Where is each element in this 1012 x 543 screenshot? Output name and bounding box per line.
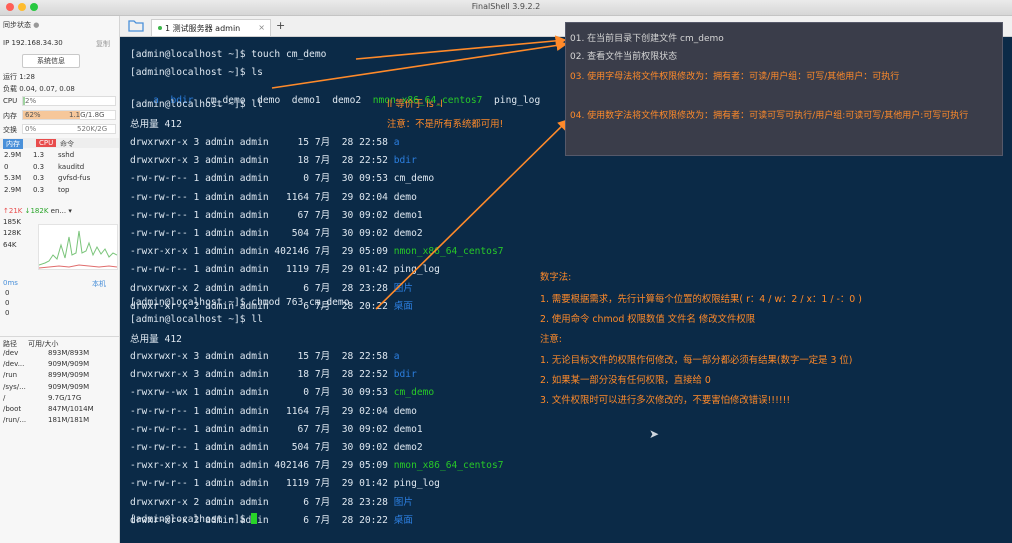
note-numeric-2: 2. 使用命令 chmod 权限数值 文件名 修改文件权限: [540, 314, 756, 325]
note-ll-alias: ll 等价于 ls -l: [387, 99, 443, 110]
instruction-2: 02. 查看文件当前权限状态: [570, 52, 678, 62]
note-attention-1: 1. 无论目标文件的权限作何修改，每一部分都必须有结果(数字一定是 3 位): [540, 355, 853, 366]
note-numeric-title: 数字法:: [540, 272, 572, 283]
note-numeric-1: 1. 需要根据需求，先行计算每个位置的权限结果( r：4 / w：2 / x：1…: [540, 294, 862, 305]
instructions-panel: 01. 在当前目录下创建文件 cm_demo 02. 查看文件当前权限状态 03…: [565, 22, 1003, 156]
note-attention-3: 3. 文件权限时可以进行多次修改的，不要害怕修改错误!!!!!!: [540, 395, 791, 406]
arrow-2: [271, 39, 568, 89]
instruction-4: 04. 使用数字法将文件权限修改为：拥有者：可读可写可执行/用户组:可读可写/其…: [570, 111, 969, 121]
note-ll-warning: 注意：不是所有系统都可用!: [387, 119, 504, 130]
note-attention-title: 注意:: [540, 334, 562, 345]
instruction-3: 03. 使用字母法将文件权限修改为：拥有者：可读/用户组：可写/其他用户：可执行: [570, 72, 900, 82]
instruction-1: 01. 在当前目录下创建文件 cm_demo: [570, 34, 724, 44]
note-attention-2: 2. 如果某一部分没有任何权限，直接给 0: [540, 375, 711, 386]
mouse-pointer-icon: ➤: [649, 427, 660, 441]
